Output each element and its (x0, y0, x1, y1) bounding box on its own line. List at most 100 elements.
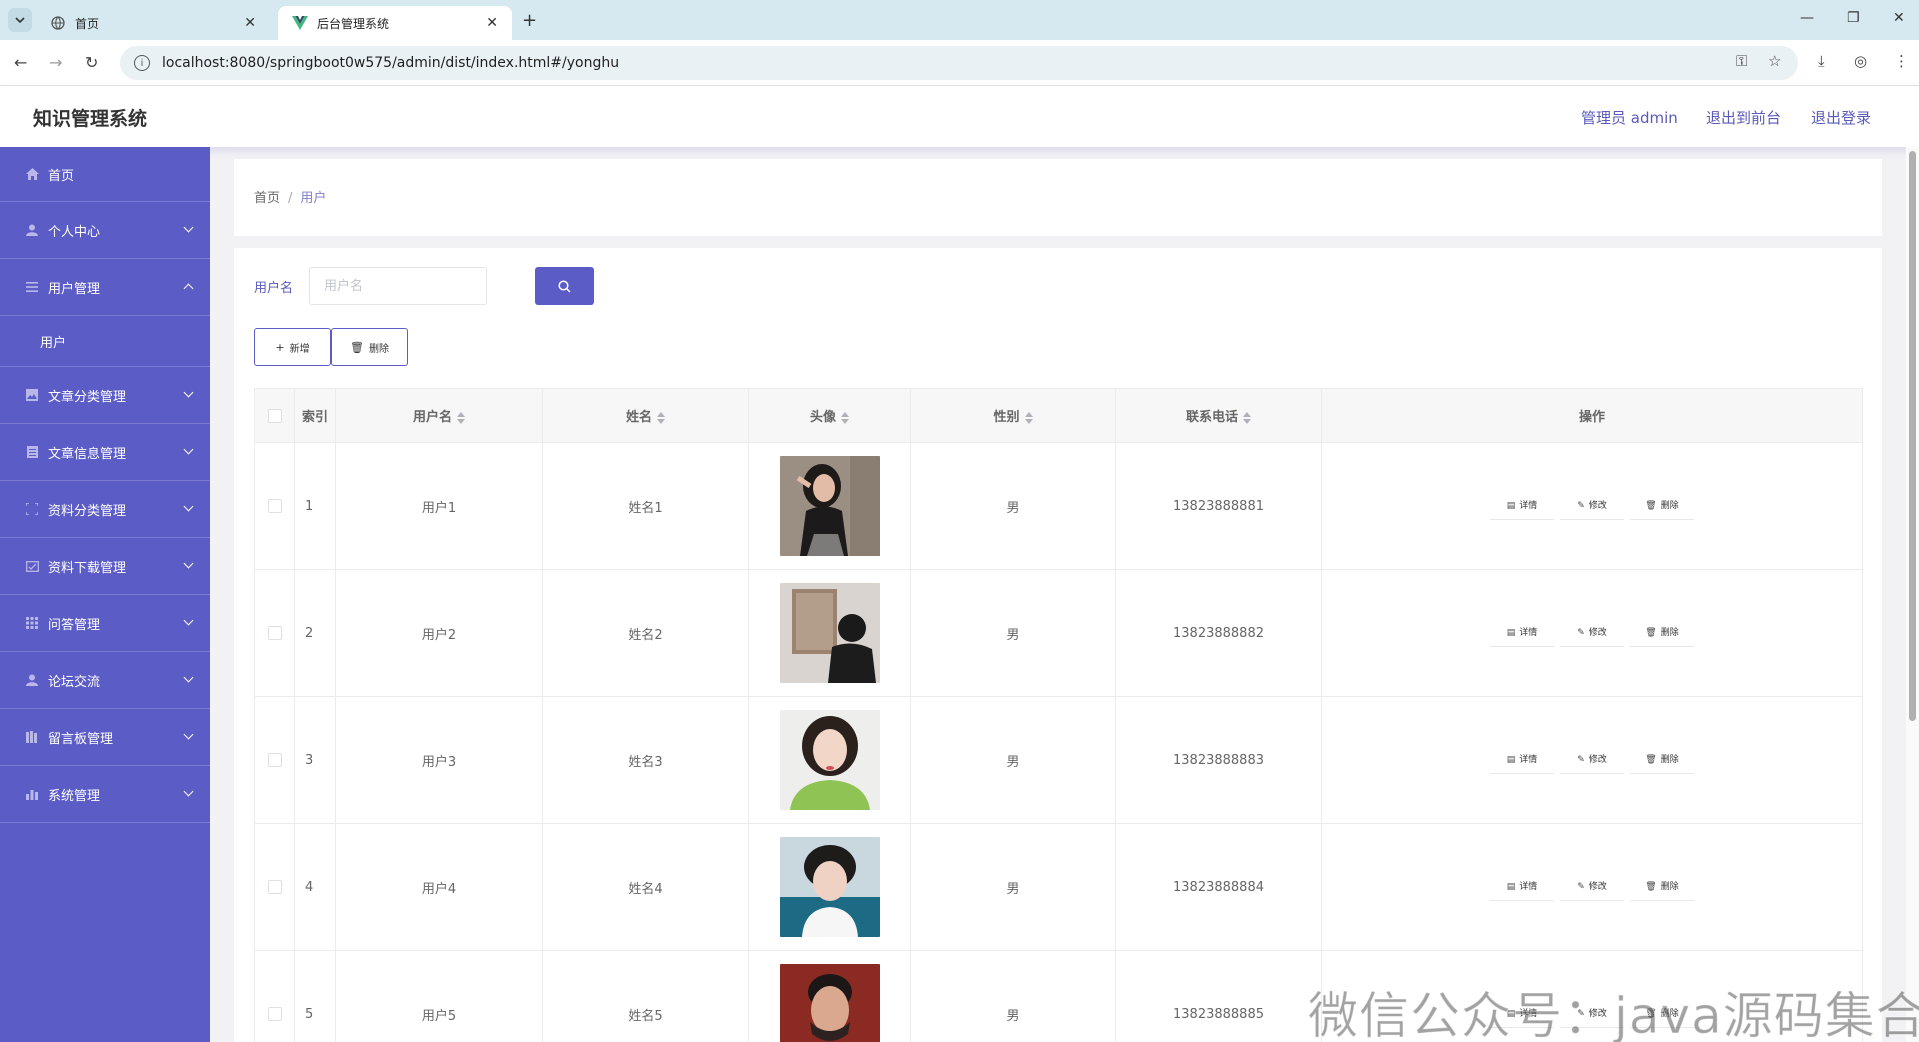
document-icon: ▤ (1506, 628, 1516, 638)
row-select[interactable] (254, 950, 295, 1042)
delete-button[interactable]: 🗑 删除 (1630, 619, 1694, 647)
add-button[interactable]: + 新增 (254, 328, 331, 366)
checkbox[interactable] (267, 880, 282, 894)
back-arrow-icon[interactable]: ← (14, 53, 27, 72)
site-info-icon[interactable]: i (134, 55, 150, 71)
detail-button[interactable]: ▤ 详情 (1490, 746, 1554, 774)
new-tab-icon[interactable]: + (522, 10, 537, 31)
browser-tab-admin[interactable]: 后台管理系统 ✕ (278, 6, 512, 40)
avatar[interactable] (779, 964, 880, 1042)
sidebar-item-personal-center[interactable]: 个人中心 (0, 202, 210, 259)
avatar[interactable] (779, 456, 880, 556)
sidebar: 首页 个人中心 用户管理 用户 文章分类管理 文章信息管理 资料分类管理 资料下… (0, 147, 210, 1042)
cell-avatar (748, 696, 911, 824)
cell-phone: 13823888884 (1115, 823, 1322, 951)
row-select[interactable] (254, 442, 295, 570)
search-icon (558, 279, 571, 293)
cell-actions: ▤ 详情 ✎ 修改 🗑 删除 (1321, 569, 1863, 697)
avatar[interactable] (779, 837, 880, 937)
sidebar-subitem-user[interactable]: 用户 (0, 316, 210, 367)
username-search-input[interactable] (309, 267, 487, 305)
header-select-all[interactable] (254, 388, 295, 443)
close-icon[interactable]: ✕ (244, 15, 256, 31)
restore-icon[interactable]: ❐ (1847, 10, 1860, 26)
edit-button[interactable]: ✎ 修改 (1560, 873, 1624, 901)
sort-caret-icon[interactable] (457, 411, 465, 424)
sidebar-item-label: 文章信息管理 (48, 446, 127, 462)
delete-button[interactable]: 🗑 删除 (1630, 746, 1694, 774)
close-icon[interactable]: ✕ (486, 15, 498, 31)
sidebar-item-message-board[interactable]: 留言板管理 (0, 709, 210, 766)
row-select[interactable] (254, 696, 295, 824)
tab-search-dropdown[interactable] (8, 8, 32, 32)
watermark-text: 微信公众号：java源码集合 (1308, 987, 1919, 1042)
delete-button[interactable]: 🗑 删除 (1630, 873, 1694, 901)
reload-icon[interactable]: ↻ (85, 53, 98, 72)
sidebar-item-user-management[interactable]: 用户管理 (0, 259, 210, 316)
key-icon[interactable]: ⚿ (1736, 52, 1747, 70)
table-header-row: 索引 用户名 姓名 头像 性别 联系电话 操作 (254, 388, 1863, 443)
sort-caret-icon[interactable] (1243, 411, 1251, 424)
button-label: 修改 (1588, 755, 1607, 765)
sidebar-item-material-download[interactable]: 资料下载管理 (0, 538, 210, 595)
profile-icon[interactable]: ◎ (1854, 52, 1867, 70)
exit-to-front-link[interactable]: 退出到前台 (1706, 107, 1781, 128)
header-phone[interactable]: 联系电话 (1115, 388, 1322, 443)
page-scrollbar[interactable] (1906, 147, 1919, 1042)
detail-button[interactable]: ▤ 详情 (1490, 492, 1554, 520)
detail-button[interactable]: ▤ 详情 (1490, 873, 1554, 901)
edit-button[interactable]: ✎ 修改 (1560, 746, 1624, 774)
avatar[interactable] (779, 710, 880, 810)
url-text: localhost:8080/springboot0w575/admin/dis… (162, 55, 620, 71)
edit-button[interactable]: ✎ 修改 (1560, 619, 1624, 647)
sidebar-item-label: 论坛交流 (48, 674, 101, 690)
sidebar-item-article-category[interactable]: 文章分类管理 (0, 367, 210, 424)
browser-tab-home[interactable]: 首页 ✕ (36, 6, 270, 40)
logout-link[interactable]: 退出登录 (1811, 107, 1871, 128)
more-menu-icon[interactable]: ⋮ (1894, 52, 1909, 70)
forward-arrow-icon[interactable]: → (49, 53, 62, 72)
download-icon[interactable]: ⤓ (1818, 52, 1825, 70)
minimize-icon[interactable]: — (1800, 10, 1814, 26)
pencil-icon: ✎ (1577, 882, 1585, 892)
header-name[interactable]: 姓名 (542, 388, 749, 443)
chevron-down-icon (183, 615, 194, 626)
checkbox[interactable] (267, 626, 282, 640)
sidebar-item-system[interactable]: 系统管理 (0, 766, 210, 823)
checkbox[interactable] (267, 408, 282, 423)
pencil-icon: ✎ (1577, 755, 1585, 765)
sort-caret-icon[interactable] (1024, 411, 1033, 424)
row-select[interactable] (254, 569, 295, 697)
sidebar-item-home[interactable]: 首页 (0, 147, 210, 202)
star-icon[interactable]: ☆ (1768, 52, 1781, 70)
sidebar-item-material-category[interactable]: 资料分类管理 (0, 481, 210, 538)
checkbox[interactable] (267, 1007, 282, 1021)
url-field[interactable]: i localhost:8080/springboot0w575/admin/d… (120, 46, 1798, 80)
header-avatar[interactable]: 头像 (748, 388, 911, 443)
edit-button[interactable]: ✎ 修改 (1560, 492, 1624, 520)
chevron-down-icon (183, 558, 194, 569)
search-button[interactable] (535, 267, 594, 305)
chevron-down-icon (15, 17, 25, 24)
batch-delete-button[interactable]: 🗑 删除 (331, 328, 408, 366)
detail-button[interactable]: ▤ 详情 (1490, 619, 1554, 647)
header-username[interactable]: 用户名 (335, 388, 543, 443)
row-select[interactable] (254, 823, 295, 951)
header-gender[interactable]: 性别 (910, 388, 1116, 443)
add-button-label: 新增 (289, 343, 310, 355)
sort-caret-icon[interactable] (657, 411, 665, 424)
scrollbar-thumb[interactable] (1909, 151, 1916, 721)
avatar[interactable] (779, 583, 880, 683)
window-close-icon[interactable]: ✕ (1893, 10, 1905, 26)
sidebar-item-article-info[interactable]: 文章信息管理 (0, 424, 210, 481)
tab-title: 后台管理系统 (317, 16, 390, 31)
button-label: 详情 (1519, 501, 1538, 511)
delete-button[interactable]: 🗑 删除 (1630, 492, 1694, 520)
sidebar-item-qa[interactable]: 问答管理 (0, 595, 210, 652)
sidebar-item-label: 个人中心 (48, 224, 101, 240)
breadcrumb-home[interactable]: 首页 (254, 191, 280, 206)
sidebar-item-forum[interactable]: 论坛交流 (0, 652, 210, 709)
sort-caret-icon[interactable] (841, 411, 849, 424)
checkbox[interactable] (267, 753, 282, 767)
checkbox[interactable] (267, 499, 282, 513)
